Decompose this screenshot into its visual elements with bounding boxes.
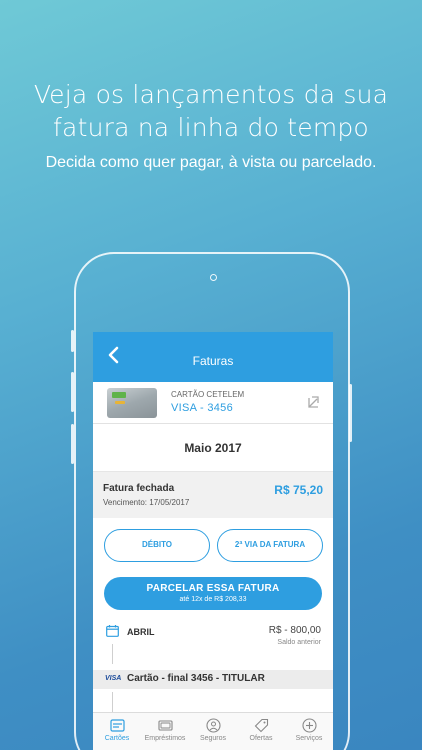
- tab-label: Cartões: [104, 735, 130, 742]
- app-header: Faturas: [93, 332, 333, 382]
- timeline-month-row: ABRIL R$ - 800,00 Saldo anterior: [93, 622, 333, 667]
- card-number: VISA - 3456: [171, 402, 234, 414]
- tab-label: Empréstimos: [144, 735, 186, 742]
- tab-servicos[interactable]: Serviços: [285, 713, 333, 750]
- money-icon: [157, 720, 173, 731]
- promo-headline-line2: fatura na linha do tempo: [53, 113, 369, 142]
- calendar-icon: [106, 625, 119, 637]
- invoice-amount: R$ 75,20: [274, 483, 323, 497]
- header-title: Faturas: [192, 354, 234, 368]
- card-thumbnail: [107, 388, 157, 418]
- promo-headline-line1: Veja os lançamentos da sua: [33, 80, 389, 109]
- promo-subline: Decida como quer pagar, à vista ou parce…: [45, 154, 377, 171]
- bottom-tab-bar: Cartões Empréstimos Seguros Ofertas Serv…: [93, 712, 333, 750]
- second-copy-button[interactable]: 2ª VIA DA FATURA: [217, 529, 323, 562]
- invoice-status: Fatura fechada: [103, 483, 175, 494]
- phone-volume-down: [71, 424, 74, 464]
- tab-label: Ofertas: [249, 735, 273, 742]
- card-selector[interactable]: CARTÃO CETELEM VISA - 3456: [93, 382, 333, 424]
- timeline-line-lower: [112, 692, 113, 714]
- timeline-card-label: Cartão - final 3456 - TITULAR: [127, 673, 265, 684]
- month-title: Maio 2017: [93, 424, 333, 472]
- visa-logo-icon: VISA: [105, 675, 122, 682]
- phone-mute-switch: [71, 330, 74, 352]
- tab-label: Seguros: [199, 735, 227, 742]
- card-icon: [109, 719, 125, 732]
- tab-cartoes[interactable]: Cartões: [93, 713, 141, 750]
- installments-label: PARCELAR ESSA FATURA: [146, 583, 280, 594]
- app-screen: Faturas CARTÃO CETELEM VISA - 3456 Maio …: [93, 332, 333, 750]
- phone-power-button: [349, 384, 352, 442]
- tab-emprestimos[interactable]: Empréstimos: [141, 713, 189, 750]
- timeline-card-header: VISA Cartão - final 3456 - TITULAR: [93, 670, 333, 689]
- installments-button[interactable]: PARCELAR ESSA FATURA até 12x de R$ 208,3…: [104, 577, 322, 610]
- tag-icon: [254, 718, 268, 733]
- plus-circle-icon: [301, 718, 317, 733]
- phone-camera: [210, 274, 217, 281]
- card-name: CARTÃO CETELEM: [171, 390, 245, 399]
- promo-headline: Veja os lançamentos da sua fatura na lin…: [0, 78, 422, 144]
- tab-seguros[interactable]: Seguros: [189, 713, 237, 750]
- timeline-line: [112, 644, 113, 664]
- timeline-month-name: ABRIL: [127, 627, 155, 637]
- timeline-amount-label: Saldo anterior: [277, 639, 321, 646]
- tab-label: Serviços: [295, 735, 323, 742]
- phone-volume-up: [71, 372, 74, 412]
- timeline-amount: R$ - 800,00: [268, 625, 321, 636]
- invoice-summary: Fatura fechada Vencimento: 17/05/2017 R$…: [93, 472, 333, 518]
- debit-button[interactable]: DÉBITO: [104, 529, 210, 562]
- installments-sublabel: até 12x de R$ 208,33: [179, 596, 247, 603]
- tab-ofertas[interactable]: Ofertas: [237, 713, 285, 750]
- invoice-due-date: Vencimento: 17/05/2017: [103, 498, 190, 507]
- swap-arrows-icon[interactable]: [305, 394, 321, 410]
- shield-person-icon: [205, 718, 221, 733]
